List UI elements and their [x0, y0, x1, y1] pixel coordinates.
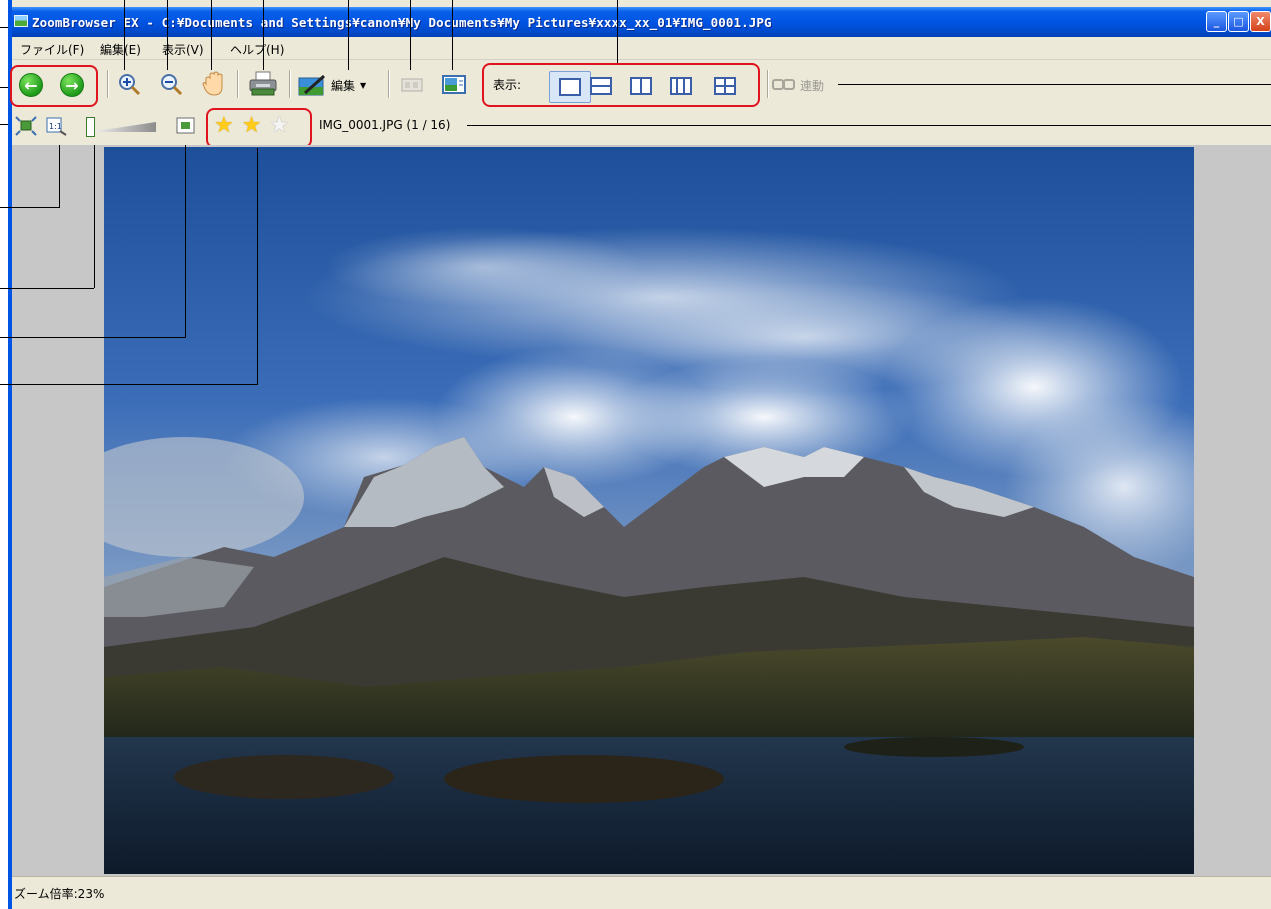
star-icon[interactable]: ★ — [214, 115, 234, 137]
layout-horizontal-split-button[interactable] — [588, 76, 614, 96]
layout-single-icon — [559, 78, 581, 96]
full-screen-button[interactable] — [174, 115, 198, 137]
callout-line — [59, 145, 60, 207]
star-icon[interactable]: ★ — [242, 115, 262, 137]
zoom-out-button[interactable] — [157, 70, 185, 98]
toolbar-separator — [388, 70, 390, 98]
previous-button[interactable]: ← — [18, 72, 44, 98]
printer-icon — [249, 71, 277, 96]
window-title: ZoomBrowser EX - C:¥Documents and Settin… — [32, 15, 772, 30]
callout-line — [410, 0, 411, 70]
zoom-in-button[interactable] — [115, 70, 143, 98]
star-rating[interactable]: ★ ★ ★ — [214, 115, 289, 137]
chevron-down-icon: ▼ — [360, 80, 367, 90]
callout-line — [0, 207, 60, 208]
callout-line — [348, 0, 349, 70]
layout-grid-button[interactable] — [712, 76, 738, 96]
layout-vertical-split-icon — [630, 77, 652, 95]
actual-size-button[interactable]: 1:1 — [44, 115, 68, 137]
callout-line — [263, 0, 264, 70]
zoom-out-icon — [161, 74, 183, 96]
layout-three-column-button[interactable] — [668, 76, 694, 96]
fit-to-window-icon — [15, 116, 37, 136]
next-button[interactable]: → — [59, 72, 85, 98]
image-view-icon — [442, 75, 466, 94]
status-bar: ズーム倍率:23% — [12, 876, 1271, 909]
callout-line — [257, 148, 258, 384]
filmstrip-button[interactable] — [399, 73, 425, 97]
file-name-label: IMG_0001.JPG (1 / 16) — [319, 118, 451, 132]
edit-label: 編集 — [331, 78, 356, 93]
zoom-status: ズーム倍率:23% — [14, 887, 105, 901]
link-label: 連動 — [800, 78, 825, 93]
view-label: 表示: — [493, 78, 522, 92]
toolbar-separator — [767, 70, 769, 98]
print-button[interactable] — [247, 69, 279, 99]
callout-line — [0, 337, 186, 338]
callout-line — [94, 145, 95, 288]
callout-line — [617, 0, 618, 63]
zoom-slider-track — [90, 122, 156, 132]
arrow-left-icon: ← — [19, 73, 43, 97]
callout-line — [0, 288, 94, 289]
star-empty-icon[interactable]: ★ — [269, 115, 289, 137]
callout-line — [452, 0, 453, 70]
actual-size-icon: 1:1 — [46, 117, 67, 136]
menu-help[interactable]: ヘルプ(H) — [230, 41, 284, 58]
svg-text:1:1: 1:1 — [49, 122, 62, 131]
edit-image-icon — [298, 74, 326, 96]
pan-button[interactable] — [199, 68, 229, 98]
fit-to-window-button[interactable] — [14, 115, 38, 137]
zoom-slider-thumb[interactable] — [86, 117, 95, 137]
callout-line — [167, 0, 168, 70]
arrow-right-icon: → — [60, 73, 84, 97]
image-view-button[interactable] — [439, 71, 469, 99]
menu-file[interactable]: ファイル(F) — [20, 41, 84, 58]
layout-single-button[interactable] — [557, 77, 583, 97]
secondary-toolbar: 1:1 ★ ★ ★ IMG_0001.JPG (1 / 16) — [12, 108, 1271, 148]
layout-vertical-split-button[interactable] — [628, 76, 654, 96]
minimize-button[interactable]: _ — [1206, 11, 1227, 32]
app-icon — [14, 15, 28, 27]
callout-line — [838, 84, 1271, 85]
title-bar[interactable]: ZoomBrowser EX - C:¥Documents and Settin… — [12, 7, 1271, 37]
layout-three-column-icon — [670, 77, 692, 95]
callout-line — [185, 145, 186, 337]
photo-canvas[interactable] — [104, 147, 1194, 874]
layout-horizontal-split-icon — [590, 77, 612, 95]
maximize-button[interactable]: □ — [1228, 11, 1249, 32]
toolbar-separator — [289, 70, 291, 98]
callout-line — [467, 125, 1271, 126]
hand-icon — [202, 71, 223, 96]
layout-grid-icon — [714, 77, 736, 95]
toolbar-separator — [107, 70, 109, 98]
landscape-photo — [104, 147, 1194, 874]
app-window: ZoomBrowser EX - C:¥Documents and Settin… — [0, 0, 1271, 909]
zoom-in-icon — [119, 74, 141, 96]
menu-edit[interactable]: 編集(E) — [100, 41, 141, 58]
toolbar-separator — [237, 70, 239, 98]
full-screen-icon — [176, 117, 195, 134]
link-button[interactable]: 連動 — [772, 74, 836, 96]
zoom-slider[interactable] — [86, 117, 158, 137]
link-icon — [772, 79, 795, 90]
edit-menu-button[interactable]: 編集 ▼ — [297, 71, 381, 99]
menu-bar: ファイル(F) 編集(E) 表示(V) ヘルプ(H) — [12, 37, 1271, 60]
callout-line — [124, 0, 125, 70]
close-button[interactable]: X — [1250, 11, 1271, 32]
filmstrip-icon — [401, 78, 423, 92]
menu-view[interactable]: 表示(V) — [162, 41, 204, 58]
callout-line — [0, 384, 258, 385]
callout-line — [211, 0, 212, 70]
